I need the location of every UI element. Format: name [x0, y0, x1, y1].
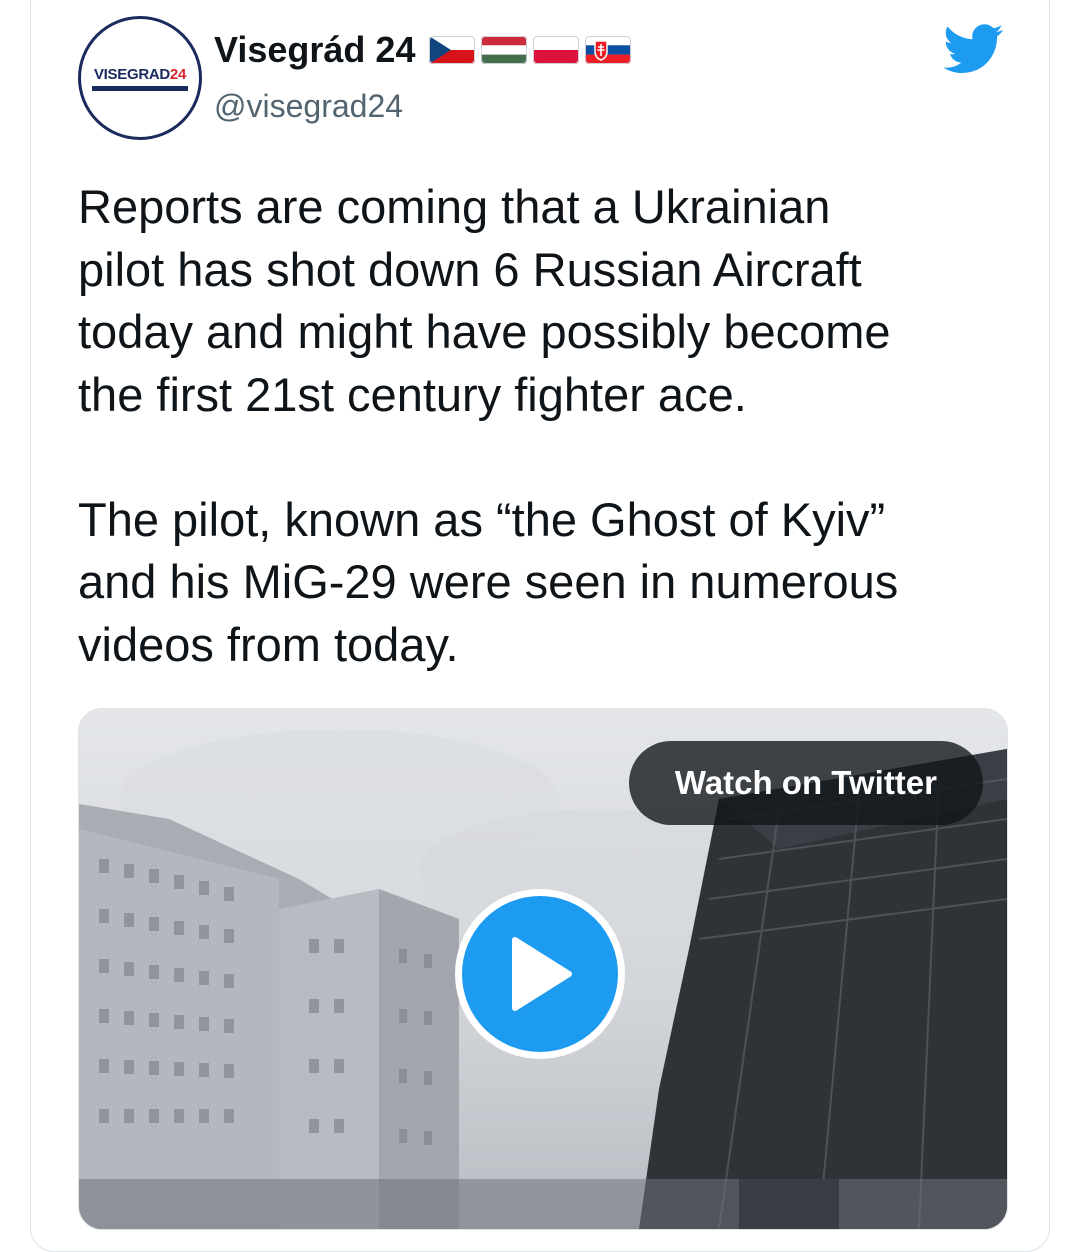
watch-on-twitter-button[interactable]: Watch on Twitter: [628, 741, 983, 825]
avatar-logo: VISEGRAD24: [93, 65, 187, 83]
poland-flag-icon: [533, 36, 580, 64]
author-display-name[interactable]: Visegrád 24: [214, 28, 415, 72]
author-handle[interactable]: @visegrad24: [214, 86, 403, 126]
slovakia-flag-icon: [585, 36, 632, 64]
author-avatar[interactable]: VISEGRAD24: [78, 16, 202, 140]
video-thumbnail[interactable]: Watch on Twitter: [78, 708, 1008, 1230]
czech-flag-icon: [429, 36, 476, 64]
avatar-logo-bar: [92, 85, 188, 91]
author-name-row: Visegrád 24: [214, 28, 632, 72]
twitter-bird-icon[interactable]: [944, 24, 1004, 74]
play-button[interactable]: [455, 889, 625, 1059]
tweet-body-text: Reports are coming that a Ukrainian pilo…: [78, 180, 899, 671]
hungary-flag-icon: [481, 36, 528, 64]
play-icon: [512, 937, 572, 1011]
flags-group: [429, 36, 632, 64]
